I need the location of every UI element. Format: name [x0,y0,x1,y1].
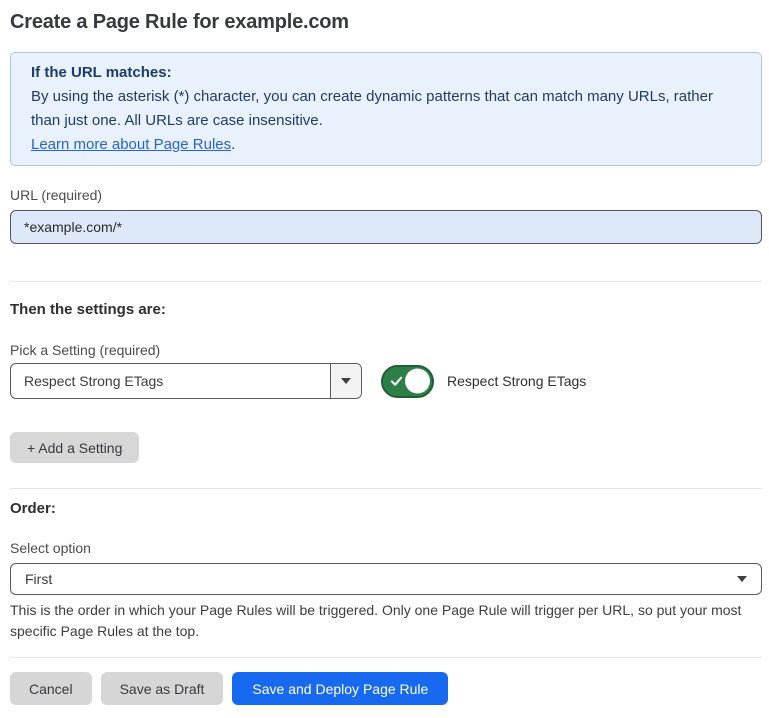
save-deploy-button[interactable]: Save and Deploy Page Rule [232,672,448,705]
url-match-info-box: If the URL matches: By using the asteris… [10,52,762,166]
save-draft-button[interactable]: Save as Draft [101,672,224,705]
etags-toggle-label: Respect Strong ETags [447,373,586,389]
url-field-label: URL (required) [10,187,762,204]
setting-row: Respect Strong ETags Respect Strong ETag… [10,363,762,399]
section-divider [10,281,762,282]
add-setting-button[interactable]: + Add a Setting [10,432,139,463]
settings-heading: Then the settings are: [10,301,762,319]
order-heading: Order: [10,500,762,518]
page-title: Create a Page Rule for example.com [10,0,762,34]
info-box-heading: If the URL matches: [31,61,741,85]
order-select-label: Select option [10,540,762,557]
url-input[interactable] [10,210,762,244]
section-divider [10,488,762,489]
link-suffix: . [231,136,235,153]
info-box-body: By using the asterisk (*) character, you… [31,85,741,133]
footer-actions: Cancel Save as Draft Save and Deploy Pag… [10,672,762,705]
order-select[interactable]: First [10,563,762,595]
cancel-button[interactable]: Cancel [10,672,92,705]
caret-down-icon [341,378,351,384]
page-rule-form: Create a Page Rule for example.com If th… [10,0,762,705]
caret-down-icon [737,576,747,582]
setting-select[interactable]: Respect Strong ETags [10,363,362,399]
toggle-knob [405,369,430,394]
order-help-text: This is the order in which your Page Rul… [10,600,762,642]
check-icon [390,375,403,388]
etags-toggle[interactable] [381,365,434,398]
setting-select-dropdown-button[interactable] [330,364,361,398]
setting-select-value: Respect Strong ETags [11,364,330,398]
order-select-value: First [25,571,52,587]
info-box-link-line: Learn more about Page Rules. [31,133,741,157]
learn-more-link[interactable]: Learn more about Page Rules [31,136,231,153]
footer-divider [10,657,762,658]
pick-setting-label: Pick a Setting (required) [10,342,762,359]
